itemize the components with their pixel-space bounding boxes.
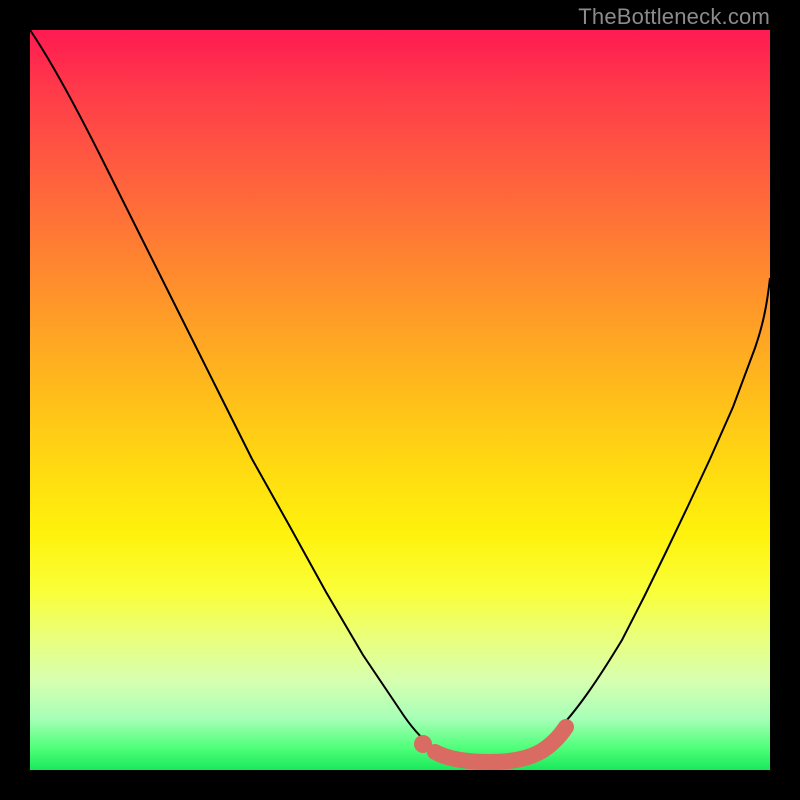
plot-area bbox=[30, 30, 770, 770]
attribution-text: TheBottleneck.com bbox=[578, 4, 770, 30]
highlight-segment bbox=[435, 727, 566, 762]
curve-svg bbox=[30, 30, 770, 770]
chart-frame: TheBottleneck.com bbox=[0, 0, 800, 800]
highlight-dot bbox=[414, 735, 432, 753]
bottleneck-curve bbox=[30, 30, 770, 759]
